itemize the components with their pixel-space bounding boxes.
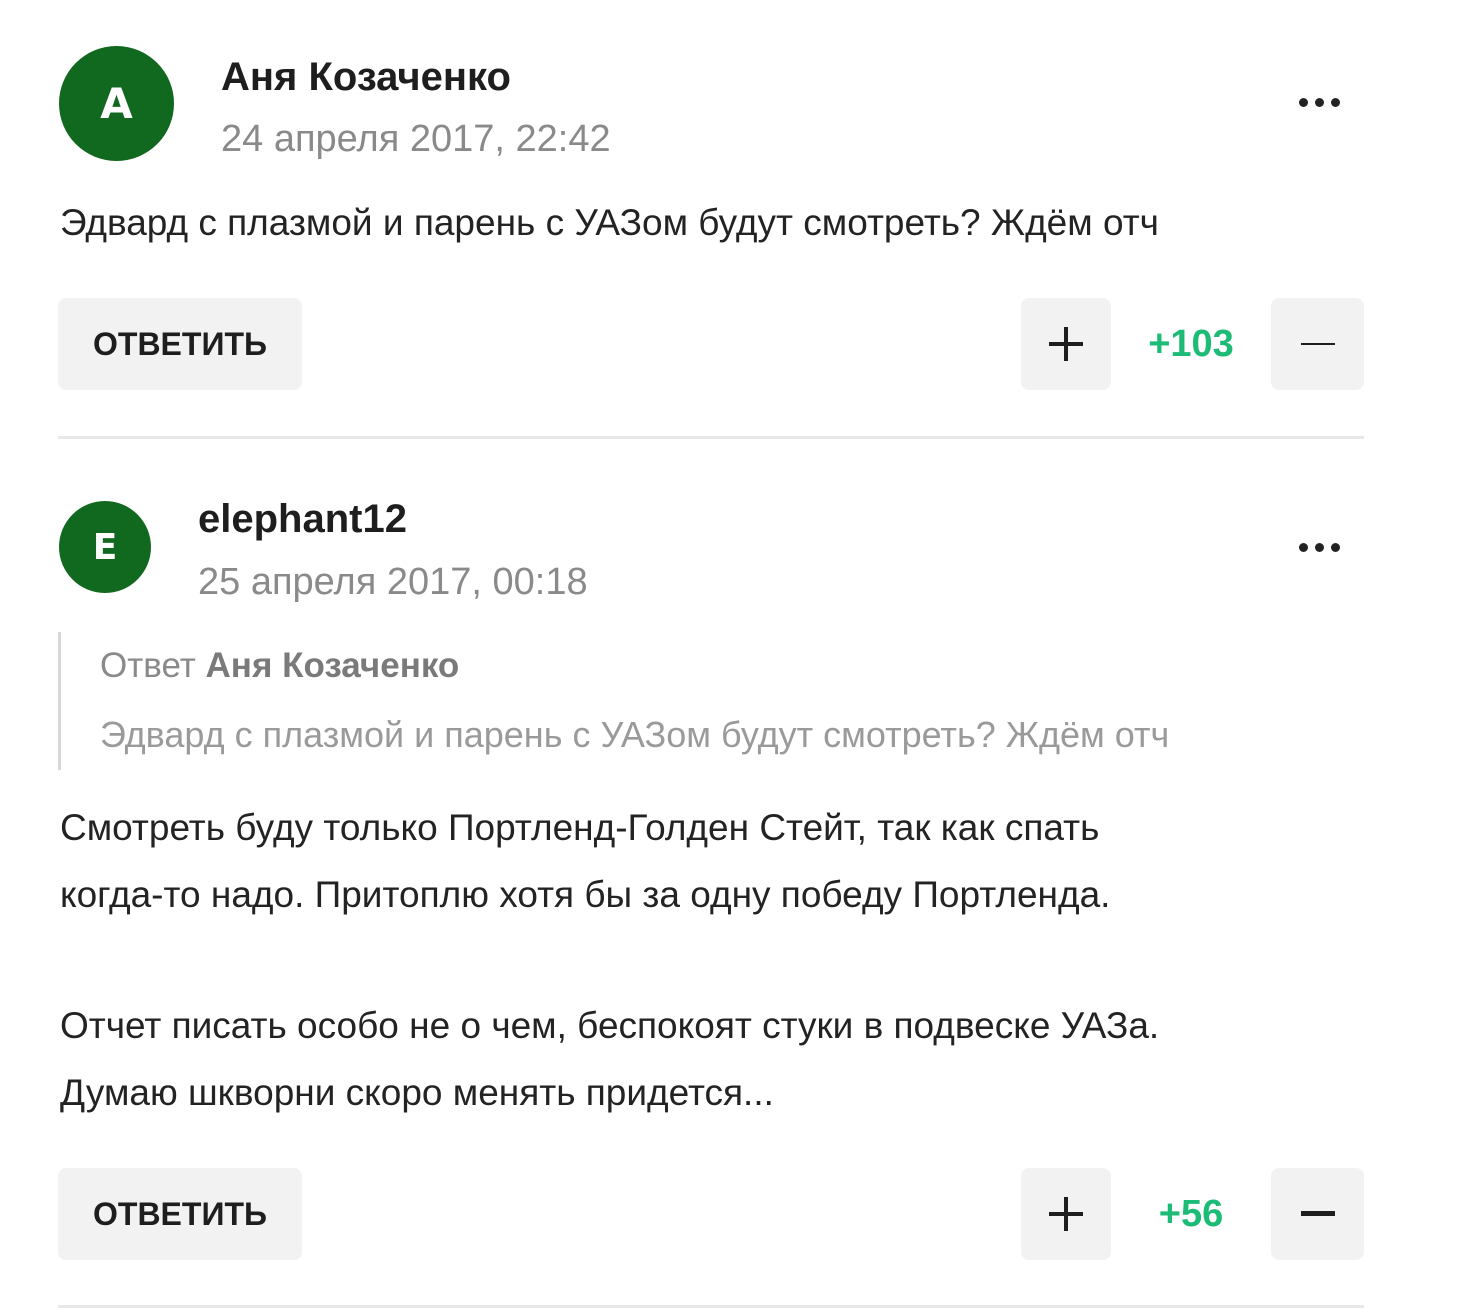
- comment-line: Думаю шкворни скоро менять придется...: [60, 1072, 774, 1113]
- quote-prefix: Ответ: [100, 646, 196, 685]
- comment-line: Смотреть буду только Портленд-Голден Сте…: [60, 807, 1100, 848]
- vote-score: +56: [1158, 1192, 1224, 1235]
- comment-divider: [58, 1305, 1364, 1308]
- comment-line: когда-то надо. Притоплю хотя бы за одну …: [60, 874, 1111, 915]
- comment-date: 25 апреля 2017, 00:18: [198, 561, 588, 603]
- quoted-comment[interactable]: Ответ Аня Козаченко Эдвард с плазмой и п…: [58, 632, 1361, 770]
- downvote-button[interactable]: [1271, 1168, 1364, 1260]
- plus-icon: [1049, 1197, 1083, 1231]
- upvote-button[interactable]: [1021, 1168, 1111, 1260]
- quote-author: Аня Козаченко: [205, 646, 460, 685]
- comment-2: E elephant12 25 апреля 2017, 00:18 Ответ…: [0, 0, 1460, 1309]
- avatar[interactable]: E: [59, 501, 151, 593]
- more-dots-icon[interactable]: [1284, 527, 1354, 567]
- reply-button[interactable]: ОТВЕТИТЬ: [58, 1168, 302, 1260]
- comment-author[interactable]: elephant12: [198, 497, 407, 542]
- minus-icon: [1300, 1197, 1335, 1231]
- comment-paragraph: Отчет писать особо не о чем, беспокоят с…: [60, 992, 1159, 1126]
- quote-text: Эдвард с плазмой и парень с УАЗом будут …: [100, 714, 1170, 755]
- comment-line: Отчет писать особо не о чем, беспокоят с…: [60, 1005, 1160, 1046]
- comment-paragraph: Смотреть буду только Портленд-Голден Сте…: [60, 794, 1110, 928]
- quote-header: Ответ Аня Козаченко: [100, 646, 459, 686]
